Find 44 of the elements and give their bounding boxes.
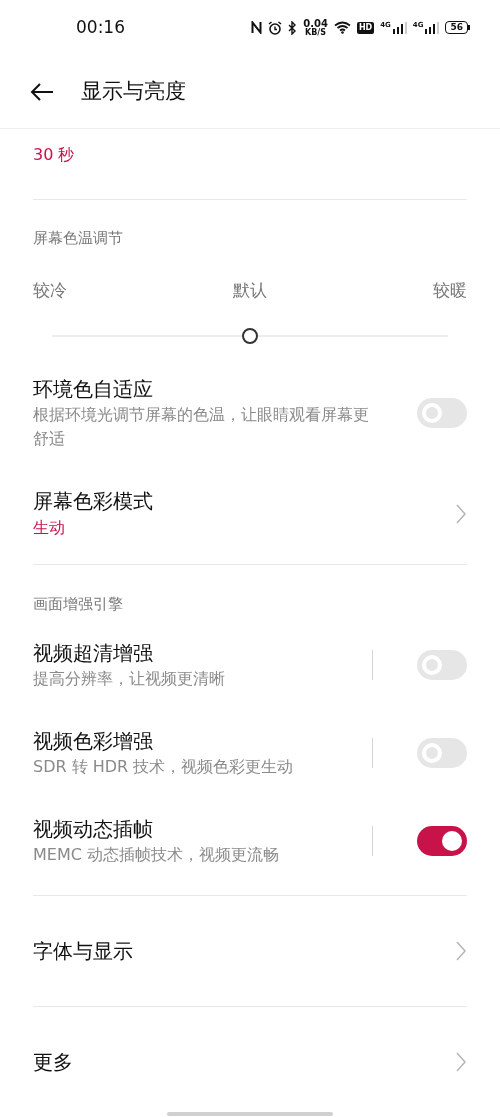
chevron-right-icon [456, 941, 466, 961]
setting-row[interactable]: 视频超清增强 提高分辨率，让视频更清晰 [0, 621, 500, 710]
battery-indicator: 56 [445, 21, 470, 34]
setting-row[interactable]: 环境色自适应 根据环境光调节屏幕的色温，让眼睛观看屏幕更舒适 [0, 356, 500, 469]
setting-title: 视频超清增强 [33, 640, 154, 668]
setting-description: SDR 转 HDR 技术，视频色彩更生动 [33, 756, 295, 779]
slider-label: 默认 [233, 278, 267, 302]
section-heading: 屏幕色温调节 [32, 228, 124, 250]
setting-title: 更多 [33, 1049, 73, 1076]
setting-title: 环境色自适应 [33, 375, 154, 403]
slider-label: 较冷 [33, 278, 67, 302]
setting-row[interactable]: 字体与显示 [0, 896, 500, 1006]
setting-title: 字体与显示 [33, 938, 133, 965]
network-speed: 0.04 KB/S [303, 18, 328, 37]
setting-row[interactable]: 视频色彩增强 SDR 转 HDR 技术，视频色彩更生动 [0, 709, 500, 798]
bluetooth-icon [288, 20, 298, 35]
toggle-switch[interactable] [417, 397, 467, 428]
setting-value: 30 秒 [33, 145, 75, 164]
toggle-switch[interactable] [417, 826, 467, 857]
toggle-switch[interactable] [417, 738, 467, 769]
setting-title: 视频色彩增强 [33, 728, 154, 756]
setting-description: MEMC 动态插帧技术，视频更流畅 [33, 844, 280, 867]
setting-description: 根据环境光调节屏幕的色温，让眼睛观看屏幕更舒适 [33, 403, 370, 450]
slider-thumb[interactable] [242, 328, 258, 345]
setting-row[interactable]: 更多 [0, 1007, 500, 1117]
setting-row[interactable]: 视频动态插帧 MEMC 动态插帧技术，视频更流畅 [0, 797, 500, 886]
setting-title: 屏幕色彩模式 [33, 487, 154, 515]
home-indicator[interactable] [167, 1112, 333, 1116]
chevron-right-icon [456, 503, 466, 524]
toggle-switch[interactable] [417, 650, 467, 681]
wifi-icon [333, 21, 351, 34]
alarm-icon [268, 20, 283, 35]
setting-value: 生动 [33, 516, 66, 539]
setting-row[interactable]: 屏幕色彩模式 生动 [0, 468, 500, 559]
back-arrow-icon[interactable] [30, 82, 54, 101]
status-time: 00:16 [76, 15, 125, 39]
setting-description: 提高分辨率，让视频更清晰 [33, 668, 226, 691]
nfc-icon [251, 21, 263, 34]
slider-label: 较暖 [433, 278, 467, 302]
chevron-right-icon [456, 1052, 466, 1072]
page-title: 显示与亮度 [81, 77, 186, 105]
setting-title: 视频动态插帧 [33, 816, 154, 844]
section-heading: 画面增强引擎 [32, 593, 124, 615]
hd-badge: HD [356, 21, 375, 34]
